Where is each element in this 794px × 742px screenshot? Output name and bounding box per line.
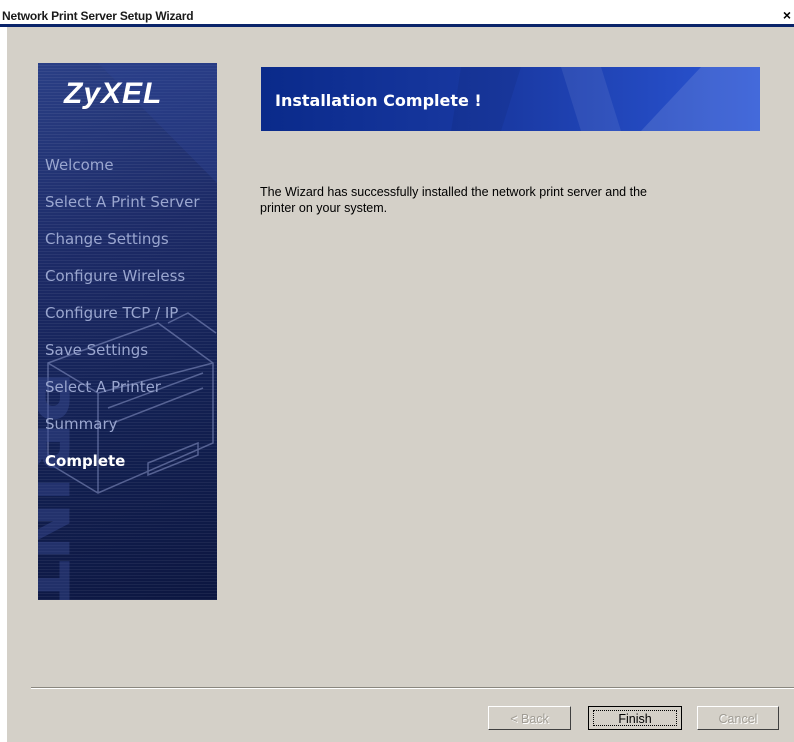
step-summary: Summary bbox=[45, 415, 118, 433]
step-save-settings: Save Settings bbox=[45, 341, 149, 359]
step-configure-tcp-ip: Configure TCP / IP bbox=[45, 304, 179, 322]
cancel-button[interactable]: Cancel bbox=[697, 706, 779, 730]
finish-button[interactable]: Finish bbox=[588, 706, 682, 730]
step-welcome: Welcome bbox=[45, 156, 114, 174]
back-button[interactable]: < Back bbox=[488, 706, 571, 730]
close-icon[interactable]: × bbox=[780, 6, 794, 24]
page-banner: Installation Complete ! bbox=[261, 67, 760, 131]
finish-button-label: Finish bbox=[593, 710, 677, 726]
page-title: Installation Complete ! bbox=[275, 91, 482, 110]
step-complete: Complete bbox=[45, 452, 126, 470]
step-select-print-server: Select A Print Server bbox=[45, 193, 200, 211]
zyxel-logo: ZyXEL bbox=[64, 77, 163, 110]
wizard-dialog: PRINT ZyXEL Welcome Select A Print Serve… bbox=[7, 27, 794, 742]
step-change-settings: Change Settings bbox=[45, 230, 169, 248]
button-separator bbox=[31, 687, 794, 689]
window-titlebar: Network Print Server Setup Wizard × bbox=[0, 0, 794, 28]
step-configure-wireless: Configure Wireless bbox=[45, 267, 186, 285]
completion-message: The Wizard has successfully installed th… bbox=[260, 185, 647, 215]
step-select-printer: Select A Printer bbox=[45, 378, 161, 396]
wizard-steps: Welcome Select A Print Server Change Set… bbox=[45, 155, 200, 488]
wizard-sidebar: PRINT ZyXEL Welcome Select A Print Serve… bbox=[38, 63, 217, 600]
window-title: Network Print Server Setup Wizard bbox=[2, 9, 194, 23]
